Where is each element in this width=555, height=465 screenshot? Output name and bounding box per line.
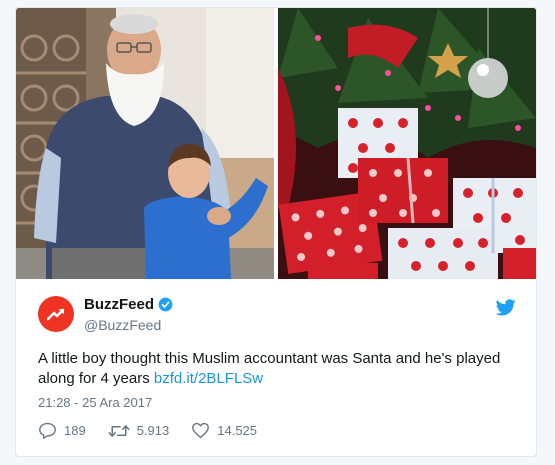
tweet-header: BuzzFeed @BuzzFeed (38, 296, 516, 340)
retweet-icon (108, 424, 130, 437)
author-names[interactable]: BuzzFeed @BuzzFeed (84, 296, 173, 333)
tweet-text: A little boy thought this Muslim account… (38, 349, 518, 389)
display-name[interactable]: BuzzFeed (84, 296, 154, 313)
tweet-card[interactable]: BuzzFeed @BuzzFeed A little boy thought … (15, 7, 537, 457)
reply-icon (39, 422, 56, 439)
heart-icon (192, 422, 210, 439)
like-button[interactable]: 14.525 (191, 422, 257, 439)
photo-christmas-presents[interactable] (278, 8, 536, 279)
tweet-body: A little boy thought this Muslim account… (38, 350, 501, 387)
tweet-timestamp[interactable]: 21:28 - 25 Ara 2017 (38, 395, 152, 410)
like-count: 14.525 (217, 423, 258, 438)
tweet-link[interactable]: bzfd.it/2BLFLSw (154, 370, 263, 387)
reply-button[interactable]: 189 (38, 422, 86, 439)
photo-man-and-boy[interactable] (16, 8, 274, 279)
avatar[interactable] (38, 296, 74, 332)
retweet-button[interactable]: 5.913 (108, 423, 170, 439)
twitter-bird-icon[interactable] (496, 299, 516, 316)
reply-count: 189 (64, 423, 86, 438)
retweet-count: 5.913 (136, 423, 170, 438)
buzzfeed-trend-arrow-icon (46, 308, 65, 321)
verified-badge-icon (158, 297, 173, 312)
tweet-actions: 189 5.913 14.525 (38, 422, 257, 439)
media-grid (16, 8, 536, 279)
user-handle[interactable]: @BuzzFeed (84, 317, 173, 333)
